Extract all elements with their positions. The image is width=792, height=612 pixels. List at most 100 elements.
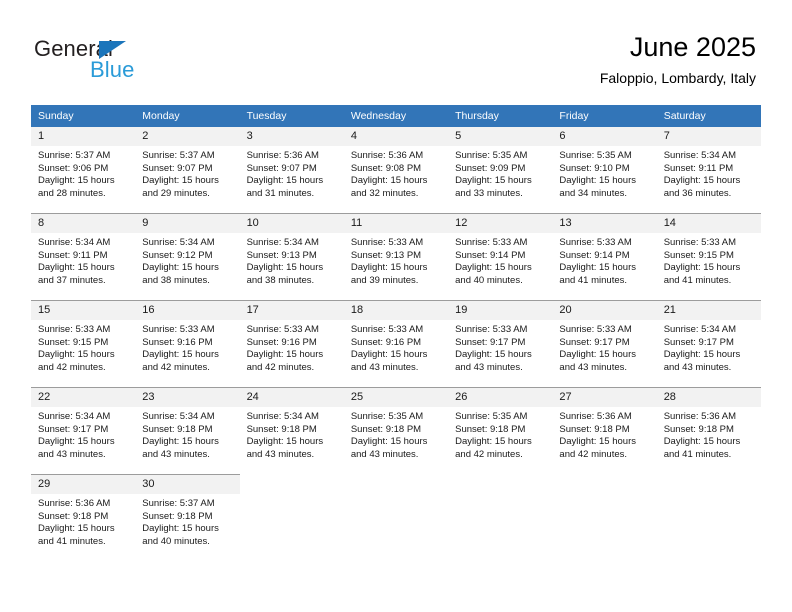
daylight-text-line1: Daylight: 15 hours — [559, 349, 636, 361]
calendar-empty-cell — [552, 474, 657, 561]
generalblue-logo[interactable]: General Blue — [34, 36, 234, 86]
calendar-day-cell[interactable]: 19 Sunrise: 5:33 AM Sunset: 9:17 PM Dayligh… — [448, 300, 553, 388]
daylight-text-line1: Daylight: 15 hours — [455, 436, 532, 448]
day-number: 15 — [31, 301, 136, 320]
day-details: Sunrise: 5:34 AM Sunset: 9:18 PM Daylight:… — [240, 407, 344, 461]
calendar-week-row: 8 Sunrise: 5:34 AM Sunset: 9:11 PM Daylight… — [31, 213, 761, 301]
day-details: Sunrise: 5:35 AM Sunset: 9:10 PM Daylight:… — [552, 146, 656, 200]
calendar-day-cell[interactable]: 24 Sunrise: 5:34 AM Sunset: 9:18 PM Dayligh… — [239, 387, 344, 475]
calendar-day-cell[interactable]: 4 Sunrise: 5:36 AM Sunset: 9:08 PM Daylight… — [343, 127, 449, 214]
day-details: Sunrise: 5:34 AM Sunset: 9:11 PM Daylight:… — [31, 233, 135, 287]
daylight-text-line1: Daylight: 15 hours — [38, 523, 115, 535]
day-number: 24 — [239, 388, 344, 407]
day-number: 21 — [656, 301, 761, 320]
calendar-day-cell[interactable]: 2 Sunrise: 5:37 AM Sunset: 9:07 PM Daylight… — [135, 127, 240, 214]
daylight-text-line1: Daylight: 15 hours — [246, 262, 324, 274]
day-details: Sunrise: 5:36 AM Sunset: 9:18 PM Daylight:… — [552, 407, 656, 461]
sunset-text: Sunset: 9:14 PM — [559, 249, 630, 261]
daylight-text-line2: and 36 minutes. — [663, 187, 732, 199]
calendar-day-cell[interactable]: 5 Sunrise: 5:35 AM Sunset: 9:09 PM Daylight… — [448, 127, 553, 214]
day-details: Sunrise: 5:33 AM Sunset: 9:13 PM Daylight:… — [344, 233, 448, 287]
calendar-day-cell[interactable]: 3 Sunrise: 5:36 AM Sunset: 9:07 PM Daylight… — [239, 127, 344, 214]
calendar-empty-cell — [239, 474, 344, 561]
day-details: Sunrise: 5:33 AM Sunset: 9:16 PM Daylight:… — [240, 320, 344, 374]
sunset-text: Sunset: 9:18 PM — [559, 423, 630, 435]
daylight-text-line1: Daylight: 15 hours — [350, 175, 428, 187]
daylight-text-line2: and 42 minutes. — [559, 448, 628, 460]
sunset-text: Sunset: 9:18 PM — [246, 423, 317, 435]
calendar-day-cell[interactable]: 30 Sunrise: 5:37 AM Sunset: 9:18 PM Dayligh… — [135, 474, 240, 561]
weekday-header-saturday: Saturday — [656, 105, 761, 127]
day-details: Sunrise: 5:36 AM Sunset: 9:07 PM Daylight:… — [240, 146, 344, 200]
day-number: 4 — [343, 127, 449, 146]
calendar-day-cell[interactable]: 25 Sunrise: 5:35 AM Sunset: 9:18 PM Dayligh… — [343, 387, 449, 475]
calendar-day-cell[interactable]: 13 Sunrise: 5:33 AM Sunset: 9:14 PM Dayligh… — [552, 213, 657, 301]
calendar-day-cell[interactable]: 22 Sunrise: 5:34 AM Sunset: 9:17 PM Dayligh… — [31, 387, 136, 475]
calendar-day-cell[interactable]: 18 Sunrise: 5:33 AM Sunset: 9:16 PM Dayligh… — [343, 300, 449, 388]
calendar-day-cell[interactable]: 6 Sunrise: 5:35 AM Sunset: 9:10 PM Daylight… — [552, 127, 657, 214]
sunset-text: Sunset: 9:10 PM — [559, 162, 630, 174]
weekday-header-monday: Monday — [135, 105, 240, 127]
calendar-day-cell[interactable]: 9 Sunrise: 5:34 AM Sunset: 9:12 PM Daylight… — [135, 213, 240, 301]
daylight-text-line1: Daylight: 15 hours — [38, 175, 115, 187]
calendar-day-cell[interactable]: 29 Sunrise: 5:36 AM Sunset: 9:18 PM Dayligh… — [31, 474, 136, 561]
day-details: Sunrise: 5:33 AM Sunset: 9:15 PM Daylight:… — [31, 320, 135, 374]
calendar-day-cell[interactable]: 28 Sunrise: 5:36 AM Sunset: 9:18 PM Dayligh… — [656, 387, 761, 475]
calendar-day-cell[interactable]: 14 Sunrise: 5:33 AM Sunset: 9:15 PM Dayligh… — [656, 213, 761, 301]
day-number: 27 — [552, 388, 657, 407]
daylight-text-line1: Daylight: 15 hours — [142, 175, 219, 187]
day-number — [343, 475, 449, 482]
day-details: Sunrise: 5:36 AM Sunset: 9:18 PM Daylight:… — [31, 494, 135, 548]
sunrise-text: Sunrise: 5:33 AM — [455, 324, 528, 335]
daylight-text-line2: and 33 minutes. — [455, 187, 523, 199]
day-number — [448, 475, 553, 482]
daylight-text-line1: Daylight: 15 hours — [663, 349, 741, 361]
calendar-day-cell[interactable]: 8 Sunrise: 5:34 AM Sunset: 9:11 PM Daylight… — [31, 213, 136, 301]
daylight-text-line1: Daylight: 15 hours — [663, 436, 741, 448]
daylight-text-line1: Daylight: 15 hours — [455, 349, 532, 361]
daylight-text-line1: Daylight: 15 hours — [246, 175, 324, 187]
day-number: 22 — [31, 388, 136, 407]
calendar-day-cell[interactable]: 10 Sunrise: 5:34 AM Sunset: 9:13 PM Dayligh… — [239, 213, 344, 301]
day-details: Sunrise: 5:34 AM Sunset: 9:17 PM Daylight:… — [657, 320, 761, 374]
calendar-day-cell[interactable]: 17 Sunrise: 5:33 AM Sunset: 9:16 PM Dayligh… — [239, 300, 344, 388]
daylight-text-line2: and 43 minutes. — [246, 448, 315, 460]
weekday-header-thursday: Thursday — [448, 105, 553, 127]
calendar-day-cell[interactable]: 16 Sunrise: 5:33 AM Sunset: 9:16 PM Dayligh… — [135, 300, 240, 388]
day-number: 5 — [448, 127, 553, 146]
daylight-text-line2: and 41 minutes. — [559, 274, 628, 286]
sunrise-text: Sunrise: 5:34 AM — [142, 411, 215, 422]
sunset-text: Sunset: 9:07 PM — [246, 162, 317, 174]
calendar-day-cell[interactable]: 15 Sunrise: 5:33 AM Sunset: 9:15 PM Dayligh… — [31, 300, 136, 388]
sunrise-text: Sunrise: 5:34 AM — [38, 411, 111, 422]
calendar-day-cell[interactable]: 12 Sunrise: 5:33 AM Sunset: 9:14 PM Dayligh… — [448, 213, 553, 301]
sunset-text: Sunset: 9:13 PM — [350, 249, 422, 261]
calendar-week-row: 22 Sunrise: 5:34 AM Sunset: 9:17 PM Dayligh… — [31, 387, 761, 475]
sunset-text: Sunset: 9:18 PM — [455, 423, 526, 435]
sunrise-text: Sunrise: 5:33 AM — [559, 237, 632, 248]
calendar-day-cell[interactable]: 11 Sunrise: 5:33 AM Sunset: 9:13 PM Dayligh… — [343, 213, 449, 301]
calendar-day-cell[interactable]: 27 Sunrise: 5:36 AM Sunset: 9:18 PM Dayligh… — [552, 387, 657, 475]
sunrise-text: Sunrise: 5:36 AM — [246, 150, 319, 161]
sunrise-text: Sunrise: 5:34 AM — [246, 411, 319, 422]
sunset-text: Sunset: 9:18 PM — [142, 510, 213, 522]
sunrise-text: Sunrise: 5:33 AM — [350, 237, 424, 248]
daylight-text-line2: and 41 minutes. — [663, 448, 732, 460]
page-header: General Blue June 2025 Faloppio, Lombard… — [0, 0, 792, 100]
sunset-text: Sunset: 9:15 PM — [663, 249, 734, 261]
calendar-week-row: 15 Sunrise: 5:33 AM Sunset: 9:15 PM Dayligh… — [31, 300, 761, 388]
sunrise-text: Sunrise: 5:36 AM — [559, 411, 632, 422]
calendar-day-cell[interactable]: 20 Sunrise: 5:33 AM Sunset: 9:17 PM Dayligh… — [552, 300, 657, 388]
calendar-day-cell[interactable]: 21 Sunrise: 5:34 AM Sunset: 9:17 PM Dayligh… — [656, 300, 761, 388]
calendar-day-cell[interactable]: 1 Sunrise: 5:37 AM Sunset: 9:06 PM Daylight… — [31, 127, 136, 214]
calendar-day-cell[interactable]: 7 Sunrise: 5:34 AM Sunset: 9:11 PM Daylight… — [656, 127, 761, 214]
daylight-text-line2: and 42 minutes. — [38, 361, 106, 373]
day-number: 8 — [31, 214, 136, 233]
daylight-text-line1: Daylight: 15 hours — [38, 349, 115, 361]
daylight-text-line2: and 41 minutes. — [38, 535, 106, 547]
day-number: 25 — [343, 388, 449, 407]
calendar-day-cell[interactable]: 26 Sunrise: 5:35 AM Sunset: 9:18 PM Dayligh… — [448, 387, 553, 475]
daylight-text-line2: and 38 minutes. — [142, 274, 210, 286]
daylight-text-line2: and 43 minutes. — [663, 361, 732, 373]
calendar-day-cell[interactable]: 23 Sunrise: 5:34 AM Sunset: 9:18 PM Dayligh… — [135, 387, 240, 475]
